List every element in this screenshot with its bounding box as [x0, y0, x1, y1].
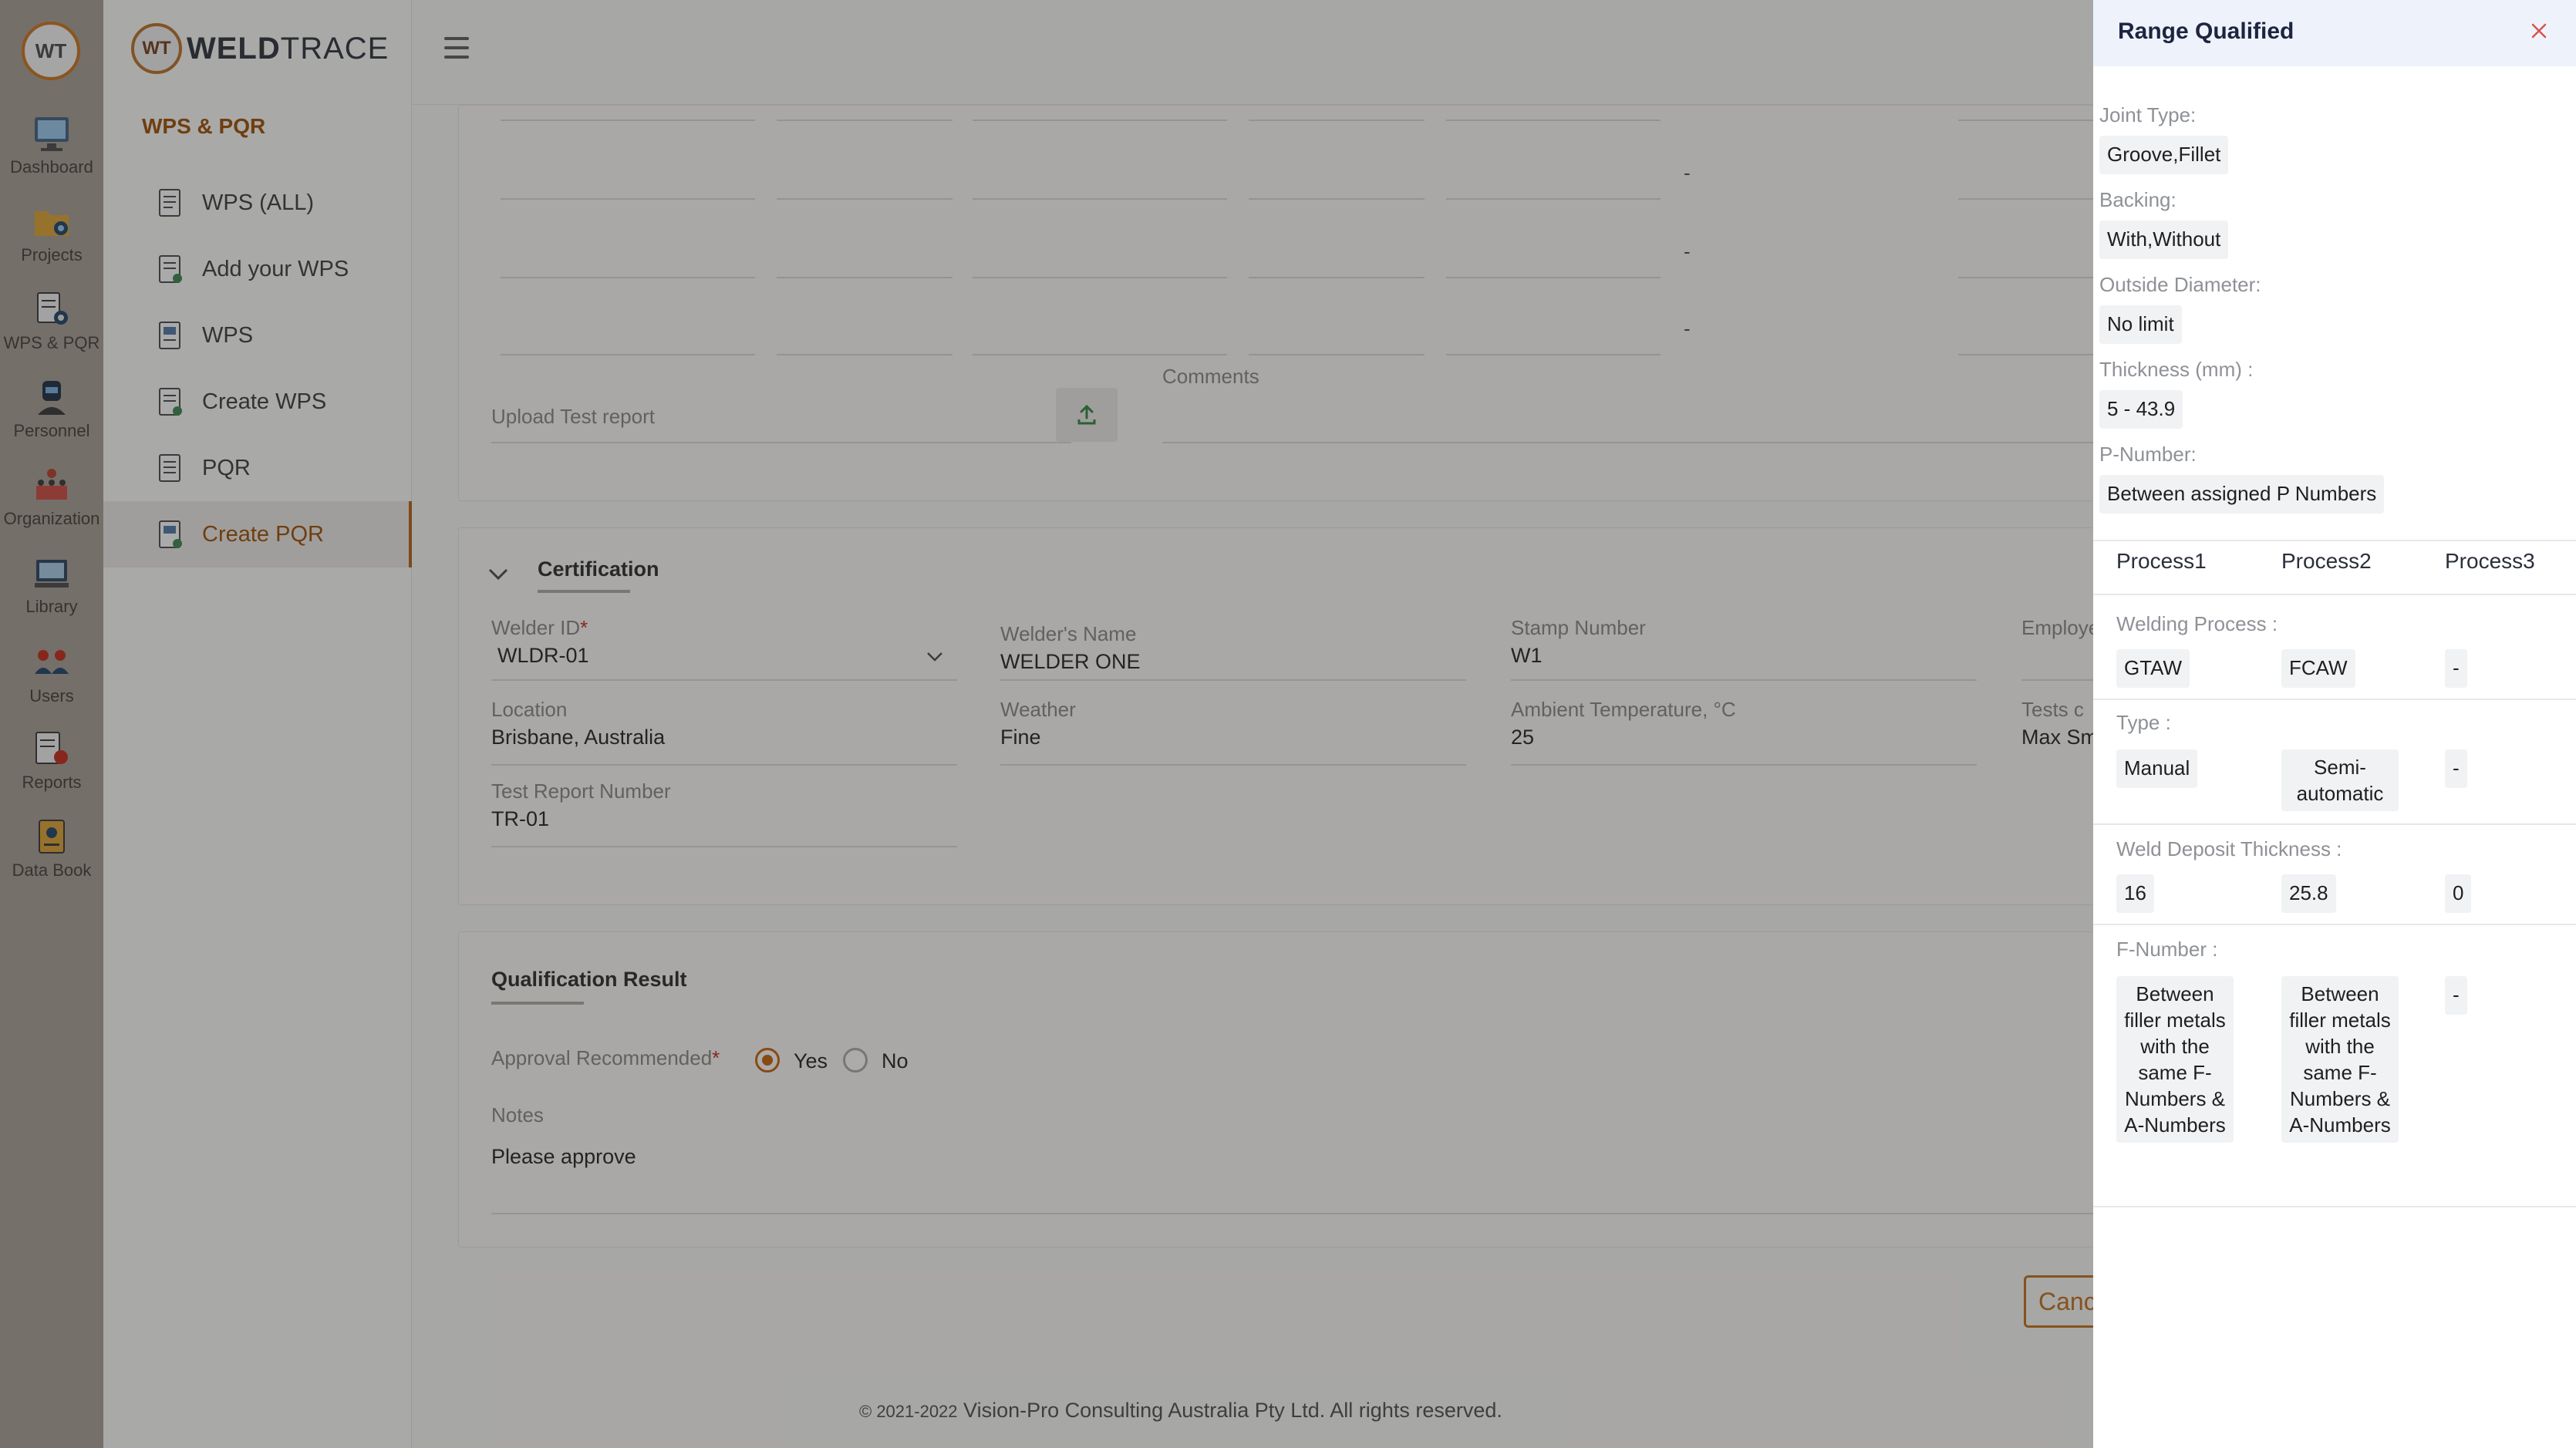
p-number-label: P-Number: [2099, 443, 2197, 466]
backing-label: Backing: [2099, 188, 2176, 211]
process-header: Process2 [2281, 549, 2372, 573]
drawer-header: Range Qualified [2093, 0, 2576, 66]
welding-process-value: - [2445, 649, 2467, 688]
outside-diameter-value: No limit [2099, 305, 2182, 344]
process-header: Process1 [2116, 549, 2207, 573]
weld-deposit-value: 16 [2116, 874, 2154, 913]
p-number-value: Between assigned P Numbers [2099, 475, 2385, 514]
drawer-title: Range Qualified [2118, 19, 2294, 44]
joint-type-value: Groove,Fillet [2099, 136, 2229, 174]
f-number-label: F-Number : [2116, 938, 2218, 961]
backing-value: With,Without [2099, 221, 2229, 259]
type-value: Manual [2116, 749, 2198, 788]
thickness-value: 5 - 43.9 [2099, 390, 2183, 429]
outside-diameter-label: Outside Diameter: [2099, 273, 2261, 296]
type-value: - [2445, 749, 2467, 788]
thickness-label: Thickness (mm) : [2099, 358, 2254, 381]
f-number-value: Between filler metals with the same F-Nu… [2116, 976, 2234, 1143]
welding-process-value: GTAW [2116, 649, 2190, 688]
welding-process-label: Welding Process : [2116, 612, 2278, 635]
range-qualified-drawer: Range Qualified Joint Type: Groove,Fille… [2093, 0, 2576, 1448]
weld-deposit-value: 0 [2445, 874, 2472, 913]
process-header: Process3 [2445, 549, 2535, 573]
close-icon[interactable] [2522, 14, 2556, 48]
f-number-value: - [2445, 976, 2467, 1015]
modal-overlay[interactable] [0, 0, 2093, 1448]
type-value: Semi-automatic [2281, 749, 2399, 811]
f-number-value: Between filler metals with the same F-Nu… [2281, 976, 2399, 1143]
joint-type-label: Joint Type: [2099, 103, 2197, 126]
weld-deposit-thickness-label: Weld Deposit Thickness : [2116, 837, 2342, 860]
welding-process-value: FCAW [2281, 649, 2355, 688]
type-label: Type : [2116, 711, 2171, 734]
weld-deposit-value: 25.8 [2281, 874, 2336, 913]
